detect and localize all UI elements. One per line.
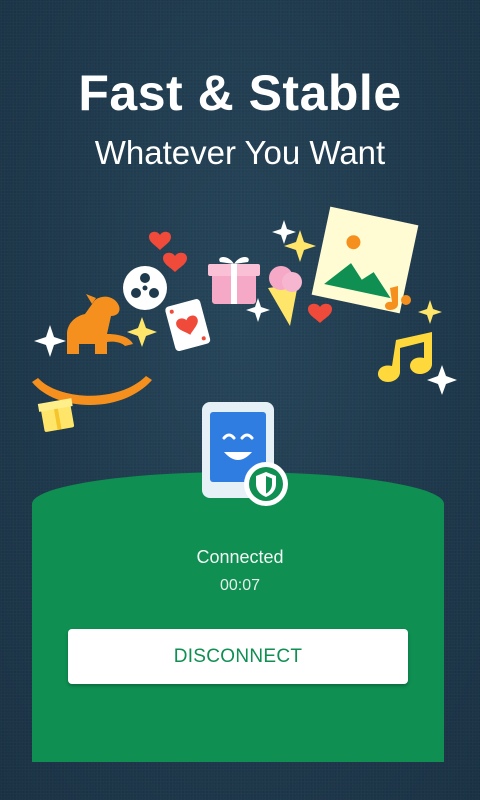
connection-status: Connected [196, 547, 284, 567]
sparkle-icon [427, 365, 457, 395]
heart-icon [149, 231, 171, 250]
heart-icon [308, 303, 332, 323]
connection-panel [32, 472, 444, 762]
film-reel-icon [123, 266, 167, 310]
heart-icon [163, 252, 187, 272]
small-gift-icon [37, 398, 75, 432]
playing-card-icon [165, 299, 211, 352]
music-note-icon [378, 332, 432, 382]
shield-icon [244, 462, 288, 506]
disconnect-button[interactable]: DISCONNECT [68, 629, 408, 684]
sparkle-icon [272, 220, 296, 244]
sparkle-icon [34, 325, 66, 357]
gift-icon [208, 257, 260, 304]
page-subtitle: Whatever You Want [94, 134, 386, 171]
sparkle-icon [418, 300, 442, 324]
phone-icon [202, 402, 288, 506]
ice-cream-icon [268, 266, 302, 326]
sparkle-icon [284, 230, 316, 262]
page-title: Fast & Stable [78, 65, 402, 121]
connection-timer: 00:07 [219, 577, 261, 594]
